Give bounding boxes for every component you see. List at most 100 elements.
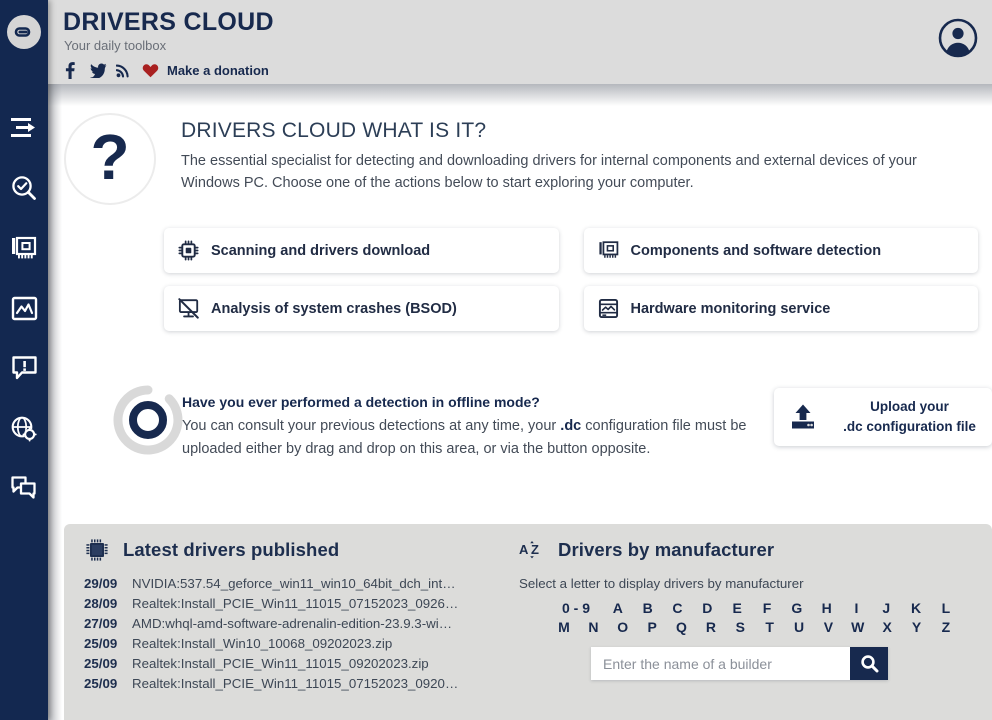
- sidebar-item-monitoring[interactable]: [0, 278, 48, 338]
- alpha-key-c[interactable]: C: [670, 600, 684, 616]
- driver-date: 25/09: [84, 676, 118, 691]
- action-components-software-detection[interactable]: Components and software detection: [583, 228, 978, 273]
- alpha-key-t[interactable]: T: [763, 619, 777, 635]
- app-root: DRIVERS CLOUD Your daily toolbox Make a …: [0, 0, 992, 720]
- alpha-key-m[interactable]: M: [557, 619, 571, 635]
- action-analysis-system-crashes[interactable]: Analysis of system crashes (BSOD): [164, 286, 559, 331]
- upload-glyph: [792, 404, 814, 429]
- donate-heart-icon[interactable]: [142, 60, 166, 80]
- sidebar-nav: [0, 98, 48, 518]
- cpu-chip-icon: [84, 538, 110, 562]
- heart-icon: [142, 63, 159, 77]
- list-item: 28/09 Realtek:Install_PCIE_Win11_11015_0…: [84, 594, 514, 614]
- driver-date: 25/09: [84, 656, 118, 671]
- question-mark-glyph: ?: [90, 121, 130, 193]
- sort-az-glyph: A Z: [519, 541, 539, 559]
- monitor-graph-glyph: [598, 298, 618, 319]
- make-a-donation-link[interactable]: Make a donation: [167, 63, 269, 78]
- alpha-key-w[interactable]: W: [851, 619, 865, 635]
- facebook-link[interactable]: [64, 60, 90, 80]
- upload-label-line2: .dc configuration file: [843, 419, 976, 434]
- alpha-key-n[interactable]: N: [586, 619, 600, 635]
- alpha-key-j[interactable]: J: [879, 600, 893, 616]
- alpha-key-h[interactable]: H: [820, 600, 834, 616]
- sidebar-item-bsod[interactable]: [0, 338, 48, 398]
- alpha-key-0-9[interactable]: 0 - 9: [557, 600, 595, 616]
- user-avatar[interactable]: [938, 18, 978, 58]
- alphabet-row-2: M N O P Q R S T U V W X Y Z: [557, 619, 953, 635]
- user-avatar-icon: [938, 18, 978, 58]
- upload-label-line1: Upload your: [870, 399, 949, 415]
- sidebar-item-forum[interactable]: [0, 458, 48, 518]
- alpha-key-d[interactable]: D: [700, 600, 714, 616]
- intro-text: DRIVERS CLOUD WHAT IS IT? The essential …: [181, 119, 971, 195]
- alpha-key-b[interactable]: B: [641, 600, 655, 616]
- facebook-icon: [65, 61, 75, 79]
- sidebar: [0, 0, 48, 720]
- alpha-key-v[interactable]: V: [821, 619, 835, 635]
- loading-ring-icon: [112, 384, 184, 456]
- offline-body-before: You can consult your previous detections…: [182, 418, 561, 434]
- alpha-key-k[interactable]: K: [909, 600, 923, 616]
- alpha-key-q[interactable]: Q: [675, 619, 689, 635]
- search-input[interactable]: [591, 647, 850, 680]
- intro-title: DRIVERS CLOUD WHAT IS IT?: [181, 119, 487, 142]
- intro-body: The essential specialist for detecting a…: [181, 153, 917, 192]
- alpha-key-l[interactable]: L: [939, 600, 953, 616]
- search-button[interactable]: [850, 647, 888, 680]
- alpha-key-g[interactable]: G: [790, 600, 804, 616]
- driver-date: 29/09: [84, 576, 118, 591]
- action-label: Hardware monitoring service: [630, 300, 831, 317]
- sidebar-item-components[interactable]: [0, 218, 48, 278]
- driver-name[interactable]: Realtek:Install_PCIE_Win11_11015_0715202…: [132, 594, 458, 614]
- sidebar-item-drivers[interactable]: [0, 398, 48, 458]
- latest-drivers-title: Latest drivers published: [123, 539, 340, 560]
- rss-icon: [116, 64, 129, 77]
- offline-text: Have you ever performed a detection in o…: [182, 394, 772, 461]
- page-subtitle: Your daily toolbox: [64, 38, 167, 53]
- latest-drivers-section: Latest drivers published 29/09 NVIDIA:53…: [84, 538, 514, 694]
- sort-az-icon: A Z: [519, 538, 545, 562]
- action-scanning-drivers-download[interactable]: Scanning and drivers download: [164, 228, 559, 273]
- magnifier-icon: [860, 655, 878, 673]
- alpha-key-a[interactable]: A: [611, 600, 625, 616]
- alpha-key-f[interactable]: F: [760, 600, 774, 616]
- bottom-panel: Latest drivers published 29/09 NVIDIA:53…: [64, 524, 992, 720]
- driver-name[interactable]: NVIDIA:537.54_geforce_win11_win10_64bit_…: [132, 574, 456, 594]
- latest-drivers-list: 29/09 NVIDIA:537.54_geforce_win11_win10_…: [84, 574, 514, 694]
- alpha-key-u[interactable]: U: [792, 619, 806, 635]
- driver-name[interactable]: Realtek:Install_PCIE_Win11_11015_0920202…: [132, 654, 429, 674]
- rss-link[interactable]: [116, 60, 142, 80]
- twitter-link[interactable]: [90, 60, 116, 80]
- driver-name[interactable]: AMD:whql-amd-software-adrenalin-edition-…: [132, 614, 452, 634]
- driver-name[interactable]: Realtek:Install_PCIE_Win11_11015_0715202…: [132, 674, 458, 694]
- logo-glyph: [14, 27, 31, 37]
- driver-name[interactable]: Realtek:Install_Win10_10068_09202023.zip: [132, 634, 392, 654]
- action-hardware-monitoring-service[interactable]: Hardware monitoring service: [583, 286, 978, 331]
- offline-body: You can consult your previous detections…: [182, 415, 772, 461]
- alpha-key-r[interactable]: R: [704, 619, 718, 635]
- offline-title: Have you ever performed a detection in o…: [182, 394, 540, 410]
- offline-body-strong: .dc: [560, 418, 582, 434]
- alpha-key-o[interactable]: O: [616, 619, 630, 635]
- alpha-key-z[interactable]: Z: [939, 619, 953, 635]
- driverscloud-logo[interactable]: [7, 15, 41, 49]
- twitter-icon: [90, 63, 107, 78]
- alpha-key-x[interactable]: X: [880, 619, 894, 635]
- alpha-key-s[interactable]: S: [733, 619, 747, 635]
- upload-dc-configuration-button[interactable]: Upload your .dc configuration file: [774, 388, 992, 446]
- manufacturers-hint: Select a letter to display drivers by ma…: [519, 576, 804, 591]
- alpha-key-y[interactable]: Y: [910, 619, 924, 635]
- globe-gear-icon: [11, 416, 37, 441]
- manufacturers-title: Drivers by manufacturer: [558, 539, 775, 560]
- sidebar-item-menu-arrow[interactable]: [0, 98, 48, 158]
- sidebar-item-detection[interactable]: [0, 158, 48, 218]
- svg-text:A: A: [519, 542, 529, 557]
- list-item: 25/09 Realtek:Install_PCIE_Win11_11015_0…: [84, 654, 514, 674]
- alpha-key-i[interactable]: I: [849, 600, 863, 616]
- alpha-key-e[interactable]: E: [730, 600, 744, 616]
- alpha-key-p[interactable]: P: [645, 619, 659, 635]
- action-row-1: Scanning and drivers download Components…: [164, 228, 978, 273]
- page-title: DRIVERS CLOUD: [63, 8, 274, 36]
- menu-arrow-icon: [11, 118, 35, 137]
